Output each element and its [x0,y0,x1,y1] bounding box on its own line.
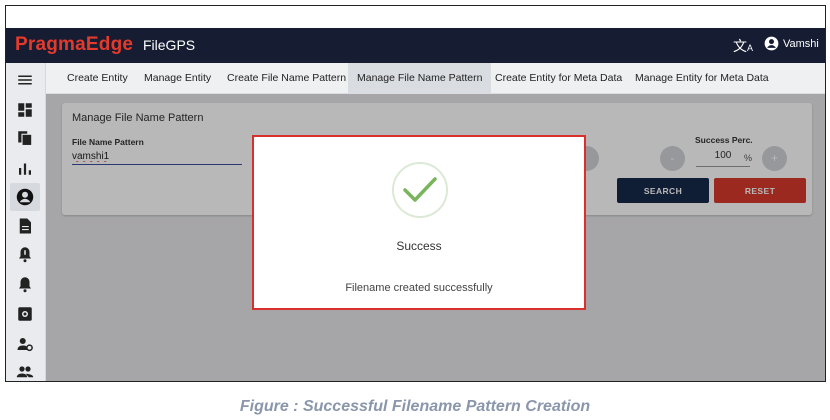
check-circle-icon [392,162,448,218]
document-icon[interactable] [16,217,34,235]
user-menu[interactable]: Vamshi [764,36,819,51]
sidebar [6,63,46,381]
sidebar-item-account[interactable] [10,183,40,211]
bell-alert-icon[interactable] [16,245,34,263]
brand-logo[interactable]: PragmaEdge [15,34,133,56]
bell-icon[interactable] [16,275,34,293]
account-circle-icon [764,36,779,51]
tab-manage-entity-for-meta-data[interactable]: Manage Entity for Meta Data [626,63,778,94]
dialog-title: Success [396,239,442,253]
app-window: PragmaEdge FileGPS 文A Vamshi Create Enti… [5,5,826,382]
tab-create-entity[interactable]: Create Entity [58,63,137,94]
tab-bar: Create Entity Manage Entity Create File … [46,63,825,94]
translate-icon[interactable]: 文A [733,36,753,56]
dashboard-icon[interactable] [16,101,34,119]
tab-manage-entity[interactable]: Manage Entity [135,63,220,94]
bar-chart-icon[interactable] [16,159,34,177]
tab-create-file-name-pattern[interactable]: Create File Name Pattern [218,63,355,94]
success-dialog: Success Filename created successfully [252,135,586,310]
user-settings-icon[interactable] [16,335,34,353]
account-circle-icon [16,188,34,206]
product-name: FileGPS [143,37,196,53]
app-bar: PragmaEdge FileGPS 文A Vamshi [6,28,825,63]
menu-icon[interactable] [16,71,34,89]
tab-create-entity-for-meta-data[interactable]: Create Entity for Meta Data [486,63,631,94]
tab-manage-file-name-pattern[interactable]: Manage File Name Pattern [348,63,492,94]
figure-caption: Figure : Successful Filename Pattern Cre… [239,398,591,415]
window-top-strip [6,6,825,28]
dialog-message: Filename created successfully [345,282,493,294]
settings-box-icon[interactable] [16,305,34,323]
group-icon[interactable] [16,363,34,381]
copy-icon[interactable] [16,129,34,147]
user-name: Vamshi [783,37,819,50]
